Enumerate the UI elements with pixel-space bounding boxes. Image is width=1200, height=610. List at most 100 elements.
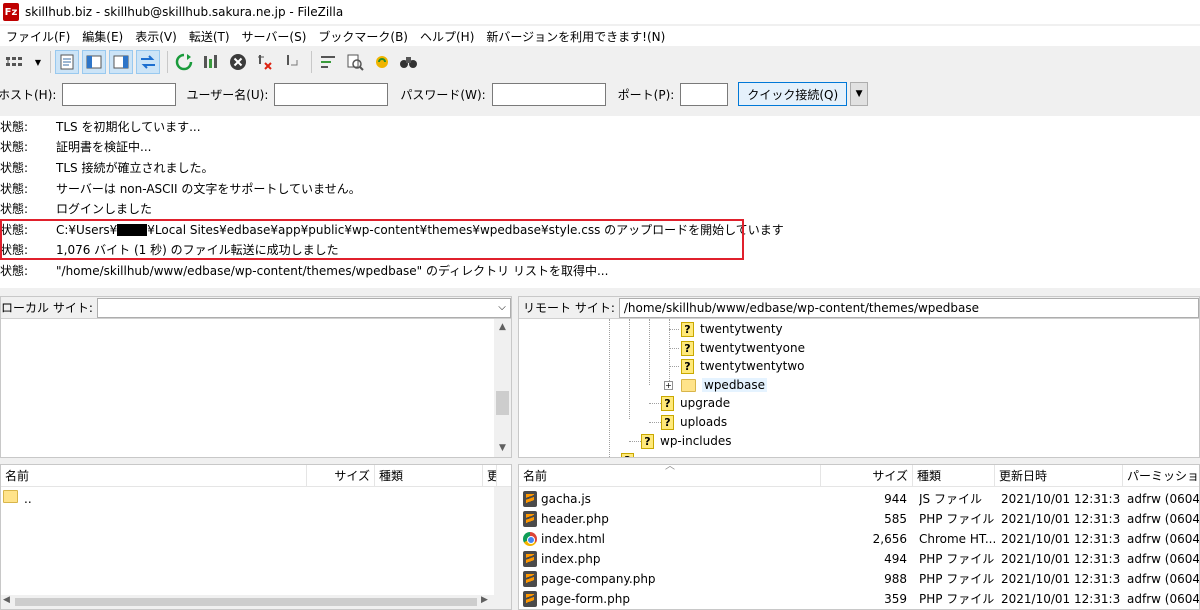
local-list-hscrollbar[interactable]: ◀ ▶ [1,595,511,609]
remote-site-path: /home/skillhub/www/edbase/wp-content/the… [623,300,980,315]
sync-browsing-button[interactable] [370,50,394,74]
port-input[interactable] [680,82,729,106]
column-name[interactable]: 名前 [519,465,821,487]
log-splitter[interactable] [0,288,1200,296]
file-permissions: adfrw (0604) [1127,512,1200,526]
file-name: index.html [541,532,605,546]
column-modified[interactable]: 更 [483,465,497,487]
question-folder-icon: ? [661,395,674,411]
title-bar: Fz skillhub.biz - skillhub@skillhub.saku… [0,0,1200,24]
refresh-icon [175,53,193,71]
file-name: index.php [541,552,601,566]
disconnect-button[interactable] [253,50,277,74]
local-tree-scrollbar[interactable]: ▲ ▼ [494,319,511,457]
question-folder-icon: ? [661,414,674,430]
remote-site-path-input[interactable]: /home/skillhub/www/edbase/wp-content/the… [618,297,1199,318]
scroll-right-icon[interactable]: ▶ [481,595,488,605]
column-permissions[interactable]: パーミッション [1123,465,1199,487]
remote-tree-icon [113,55,129,69]
list-item[interactable]: gacha.js 944 JS ファイル 2021/10/01 12:31:33… [519,489,1199,509]
toggle-local-tree-button[interactable] [82,50,106,74]
message-log[interactable]: 状態: TLS を初期化しています... 状態: 証明書を検証中... 状態: TLS… [0,116,1200,288]
question-folder-icon: ? [641,433,654,449]
file-permissions: adfrw (0604) [1127,552,1200,566]
list-item[interactable]: .. [1,489,511,509]
log-line: 状態: "/home/skillhub/www/edbase/wp-content… [0,260,1200,281]
tree-item-upgrade[interactable]: ? upgrade [661,394,730,412]
toggle-remote-tree-button[interactable] [109,50,133,74]
tree-item-twentytwenty[interactable]: ? twentytwenty [681,320,783,338]
username-input[interactable] [274,82,389,106]
scroll-down-icon[interactable]: ▼ [494,440,511,457]
reconnect-button[interactable] [280,50,304,74]
column-name[interactable]: 名前 [1,465,307,487]
log-message: 証明書を検証中... [56,140,152,155]
file-name: page-form.php [541,592,630,606]
log-line: 状態: TLS を初期化しています... [0,116,1200,137]
column-type[interactable]: 種類 [375,465,483,487]
file-size: 2,656 [872,532,907,546]
list-item[interactable]: index.php 494 PHP ファイル 2021/10/01 12:31:… [519,549,1199,569]
compare-icon [347,54,364,71]
local-site-panel: ローカル サイト: ⌵ ▲ ▼ [0,296,512,458]
menu-server[interactable]: サーバー(S) [236,28,313,45]
window-title: skillhub.biz - skillhub@skillhub.sakura.… [25,5,344,19]
tree-item-label: wp-includes [660,434,732,448]
local-tree-icon [86,55,102,69]
filter-button[interactable] [316,50,340,74]
highlight-annotation [0,219,744,260]
menu-help[interactable]: ヘルプ(H) [414,28,480,45]
local-site-path-input[interactable]: ⌵ [96,297,511,318]
site-manager-dropdown[interactable]: ▼ [33,50,43,74]
tree-guide [669,348,679,349]
tree-item-uploads[interactable]: ? uploads [661,413,727,431]
column-size[interactable]: サイズ [821,465,913,487]
toggle-queue-button[interactable] [136,50,160,74]
menu-edit[interactable]: 編集(E) [76,28,129,45]
expand-plus-icon[interactable]: + [664,380,673,390]
file-type: PHP ファイル [919,512,995,526]
scrollbar-thumb[interactable] [496,391,509,415]
list-item[interactable]: header.php 585 PHP ファイル 2021/10/01 12:31… [519,509,1199,529]
column-type[interactable]: 種類 [913,465,995,487]
sublime-file-icon [523,510,537,527]
menu-view[interactable]: 表示(V) [129,28,183,45]
tree-item-twentytwentytwo[interactable]: ? twentytwentytwo [681,357,805,375]
tree-item-label: twentytwentyone [700,341,805,355]
tree-item-wp-includes[interactable]: ? wp-includes [641,432,732,450]
list-item[interactable]: page-company.php 988 PHP ファイル 2021/10/01… [519,569,1199,589]
quickconnect-history-dropdown[interactable]: ▼ [850,82,869,106]
search-files-button[interactable] [397,50,421,74]
host-input[interactable] [62,82,177,106]
column-modified[interactable]: 更新日時 [995,465,1123,487]
process-queue-button[interactable] [199,50,223,74]
tree-item-partial: ? [621,451,640,457]
list-item[interactable]: index.html 2,656 Chrome HT... 2021/10/01… [519,529,1199,549]
quickconnect-button[interactable]: クイック接続(Q) [738,82,848,106]
cancel-operation-button[interactable] [226,50,250,74]
refresh-button[interactable] [172,50,196,74]
directory-compare-button[interactable] [343,50,367,74]
sublime-file-icon [523,570,537,587]
toggle-log-button[interactable] [55,50,79,74]
list-item[interactable]: page-form.php 359 PHP ファイル 2021/10/01 12… [519,589,1199,609]
remote-directory-tree[interactable]: ? twentytwenty ? twentytwentyone ? twentytw… [519,319,1199,457]
chevron-down-icon[interactable]: ⌵ [494,302,510,313]
local-list-scrollbar[interactable] [494,487,511,597]
scroll-left-icon[interactable]: ◀ [3,595,10,605]
menu-file[interactable]: ファイル(F) [0,28,76,45]
menu-bookmarks[interactable]: ブックマーク(B) [312,28,414,45]
column-size[interactable]: サイズ [307,465,375,487]
scroll-up-icon[interactable]: ▲ [494,319,511,336]
log-message: ログインしました [56,202,153,217]
menu-new-version[interactable]: 新バージョンを利用できます!(N) [480,28,671,45]
file-size: 359 [884,592,907,606]
tree-item-wpedbase[interactable]: + wpedbase [664,376,768,394]
site-manager-button[interactable] [2,50,30,74]
local-file-list[interactable]: 名前 サイズ 種類 更 .. ◀ ▶ [0,464,512,610]
scrollbar-thumb[interactable] [15,598,477,606]
password-input[interactable] [491,82,606,106]
tree-item-twentytwentyone[interactable]: ? twentytwentyone [681,339,805,357]
remote-file-list[interactable]: ︿ 名前 サイズ 種類 更新日時 パーミッション gacha.js 944 JS… [518,464,1200,610]
menu-transfer[interactable]: 転送(T) [183,28,236,45]
